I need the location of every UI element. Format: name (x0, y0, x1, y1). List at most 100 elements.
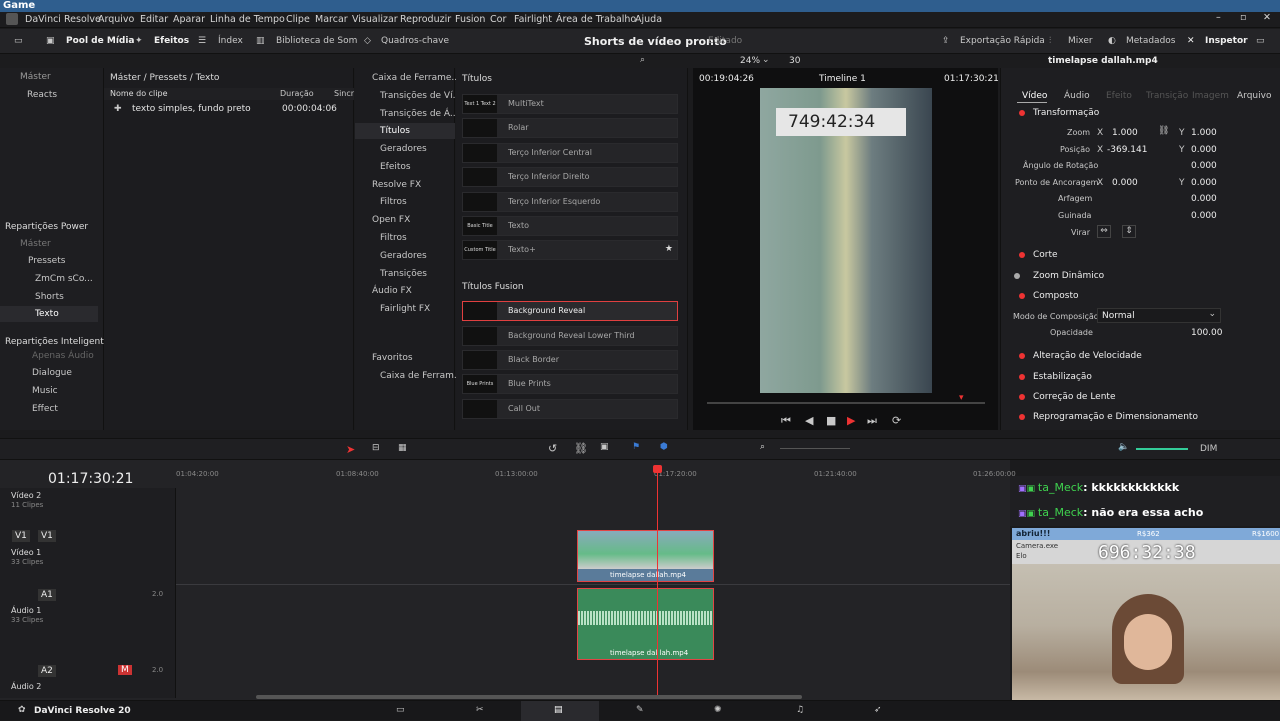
power-bin-pressets[interactable]: Pressets (28, 256, 65, 266)
mixer-icon[interactable]: ⫶ (1049, 36, 1051, 46)
trim-tool-icon[interactable]: ⊟ (372, 443, 380, 453)
fx-open-transitions[interactable]: Transições (380, 269, 427, 279)
tab-transition[interactable]: Transição (1146, 91, 1188, 101)
index-button[interactable]: Índex (218, 36, 243, 46)
power-bin-shorts[interactable]: Shorts (35, 292, 64, 302)
metadata-button[interactable]: Metadados (1126, 36, 1175, 46)
fusion-call-out[interactable]: Call Out (462, 399, 678, 419)
column-clip-name[interactable]: Nome do clipe (110, 89, 168, 98)
title-text[interactable]: Basic Title Texto (462, 216, 678, 236)
flip-horizontal-icon[interactable]: ⇔ (1097, 225, 1111, 238)
fusion-background-reveal[interactable]: Background Reveal (462, 301, 678, 321)
power-bin-zmcm[interactable]: ZmCm sCo... (35, 274, 93, 284)
zoom-level[interactable]: 24% (740, 56, 760, 66)
page-color-icon[interactable]: ✺ (714, 705, 722, 715)
stabilization-toggle-icon[interactable] (1019, 374, 1025, 380)
marker-icon[interactable]: ⬢ (660, 442, 668, 452)
lock-icon[interactable]: ▣ (600, 442, 609, 452)
speed-toggle-icon[interactable] (1019, 353, 1025, 359)
composite-mode-select[interactable]: Normal ⌄ (1097, 308, 1221, 323)
page-fusion-icon[interactable]: ✎ (636, 705, 644, 715)
track-v1-dest[interactable]: V1 (38, 530, 56, 542)
clip-name[interactable]: texto simples, fundo preto (132, 104, 251, 114)
transform-section[interactable]: Transformação (1033, 108, 1099, 118)
track-a1-tag[interactable]: A1 (38, 589, 56, 601)
tab-video[interactable]: Vídeo (1022, 91, 1047, 101)
smart-bin-audio-only[interactable]: Apenas Áudio (32, 351, 94, 361)
keyframes-button[interactable]: Quadros-chave (381, 36, 449, 46)
menu-editar[interactable]: Editar (140, 14, 168, 25)
title-multitext[interactable]: Text 1 Text 2 MultiText (462, 94, 678, 114)
menu-reproduzir[interactable]: Reproduzir (400, 14, 451, 25)
quick-export-button[interactable]: Exportação Rápida (960, 36, 1045, 46)
playhead[interactable] (657, 468, 658, 698)
anchor-y-value[interactable]: 0.000 (1191, 178, 1217, 188)
inspector-button[interactable]: Inspetor (1205, 36, 1248, 46)
menu-fairlight[interactable]: Fairlight (514, 14, 552, 25)
opacity-value[interactable]: 100.00 (1191, 328, 1223, 338)
anchor-x-value[interactable]: 0.000 (1112, 178, 1138, 188)
fx-generators[interactable]: Geradores (380, 144, 427, 154)
lens-toggle-icon[interactable] (1019, 394, 1025, 400)
flip-vertical-icon[interactable]: ⇕ (1122, 225, 1136, 238)
bin-reacts[interactable]: Reacts (27, 90, 57, 100)
panel-right-icon[interactable]: ▭ (1256, 36, 1265, 46)
page-edit-icon[interactable]: ▤ (554, 705, 563, 715)
step-back-icon[interactable]: ◀ (805, 414, 813, 427)
lens-section[interactable]: Correção de Lente (1033, 392, 1115, 402)
stabilization-section[interactable]: Estabilização (1033, 372, 1092, 382)
media-pool-button[interactable]: Pool de Mídia (66, 36, 135, 46)
page-media-icon[interactable]: ▭ (396, 705, 405, 715)
fx-toolbox[interactable]: Caixa de Ferrame... (372, 73, 460, 83)
column-duration[interactable]: Duração (280, 89, 314, 98)
media-pool-icon[interactable]: ▣ (46, 36, 55, 46)
menu-clipe[interactable]: Clipe (286, 14, 310, 25)
close-icon[interactable]: ✕ (1263, 12, 1271, 23)
playhead-marker-icon[interactable]: ▾ (959, 393, 964, 403)
fx-resolve-filters[interactable]: Filtros (380, 197, 407, 207)
reframe-toggle-icon[interactable] (1019, 414, 1025, 420)
composite-section[interactable]: Composto (1033, 291, 1079, 301)
zoom-x-value[interactable]: 1.000 (1112, 128, 1138, 138)
title-lower-third-left[interactable]: Terço Inferior Esquerdo (462, 192, 678, 212)
index-icon[interactable]: ☰ (198, 36, 206, 46)
favorite-star-icon[interactable]: ★ (665, 244, 673, 254)
audio-clip[interactable]: timelapse dal lah.mp4 (577, 588, 714, 660)
fx-resolve-fx[interactable]: Resolve FX (372, 180, 421, 190)
position-y-value[interactable]: 0.000 (1191, 145, 1217, 155)
maximize-icon[interactable]: ▫ (1240, 12, 1246, 23)
inspector-icon[interactable]: ✕ (1187, 36, 1195, 46)
dynamic-zoom-section[interactable]: Zoom Dinâmico (1033, 271, 1104, 281)
effects-button[interactable]: Efeitos (154, 36, 189, 46)
fx-effects[interactable]: Efeitos (380, 162, 411, 172)
crop-section[interactable]: Corte (1033, 250, 1058, 260)
menu-ajuda[interactable]: Ajuda (635, 14, 662, 25)
tab-file[interactable]: Arquivo (1237, 91, 1271, 101)
menu-linha-de-tempo[interactable]: Linha de Tempo (210, 14, 285, 25)
speaker-icon[interactable]: 🔈 (1118, 442, 1129, 452)
skip-forward-icon[interactable]: ⏭ (867, 414, 877, 428)
fx-favorites[interactable]: Favoritos (372, 353, 413, 363)
menu-fusion[interactable]: Fusion (455, 14, 485, 25)
quick-export-icon[interactable]: ⇪ (942, 36, 950, 46)
fx-open-filters[interactable]: Filtros (380, 233, 407, 243)
zoom-y-value[interactable]: 1.000 (1191, 128, 1217, 138)
title-rolar[interactable]: Rolar (462, 118, 678, 138)
dynamic-zoom-toggle-icon[interactable] (1014, 273, 1020, 279)
menu-area-de-trabalho[interactable]: Área de Trabalho (556, 14, 636, 25)
crop-toggle-icon[interactable] (1019, 252, 1025, 258)
menu-visualizar[interactable]: Visualizar (352, 14, 398, 25)
power-bin-texto[interactable]: Texto (35, 309, 59, 319)
fx-video-transitions[interactable]: Transições de Ví... (380, 91, 461, 101)
stop-icon[interactable]: ■ (826, 414, 836, 427)
keyframes-icon[interactable]: ◇ (364, 36, 371, 46)
fps-value[interactable]: 30 (789, 56, 800, 66)
app-logo-icon[interactable] (6, 13, 18, 25)
bin-master[interactable]: Máster (20, 72, 51, 82)
speed-section[interactable]: Alteração de Velocidade (1033, 351, 1142, 361)
chevron-down-icon[interactable]: ⌄ (762, 55, 770, 65)
title-lower-third-right[interactable]: Terço Inferior Direito (462, 167, 678, 187)
tab-audio[interactable]: Áudio (1064, 91, 1090, 101)
composite-toggle-icon[interactable] (1019, 293, 1025, 299)
title-lower-third-center[interactable]: Terço Inferior Central (462, 143, 678, 163)
